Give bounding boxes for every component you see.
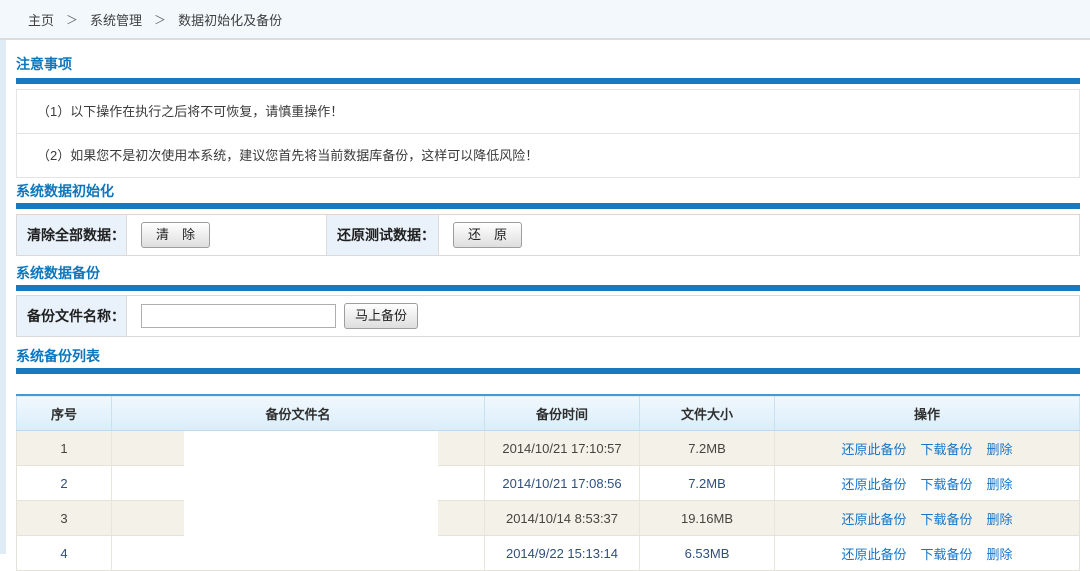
row-size: 7.2MB [640,466,775,501]
download-backup-link[interactable]: 下载备份 [920,442,972,457]
restore-backup-link[interactable]: 还原此备份 [841,442,906,457]
column-header-size: 文件大小 [640,395,775,431]
breadcrumb: 主页 ＞ 系统管理 ＞ 数据初始化及备份 [0,0,1090,40]
backup-form-row: 备份文件名称： 马上备份 [16,295,1080,337]
backup-list-table: 序号 备份文件名 备份时间 文件大小 操作 1 2014/10/21 17:10… [16,394,1080,571]
restore-button-cell: 还 原 [439,215,1079,255]
column-header-filename: 备份文件名 [112,395,485,431]
delete-backup-link[interactable]: 删除 [987,442,1013,457]
notice-section-divider [16,78,1080,84]
row-time: 2014/10/21 17:08:56 [485,466,640,501]
table-row: 4 2014/9/22 15:13:14 6.53MB 还原此备份下载备份删除 [17,536,1080,571]
restore-test-data-label: 还原测试数据： [327,215,439,255]
row-actions: 还原此备份下载备份删除 [775,501,1080,536]
table-row: 3 2014/10/14 8:53:37 19.16MB 还原此备份下载备份删除 [17,501,1080,536]
row-actions: 还原此备份下载备份删除 [775,466,1080,501]
row-index: 3 [17,501,112,536]
backup-section-title: 系统数据备份 [16,265,1080,281]
breadcrumb-separator: ＞ [154,11,166,28]
init-section-divider [16,203,1080,209]
breadcrumb-item-home[interactable]: 主页 [28,10,54,29]
left-edge-strip [0,40,6,554]
main-content: 注意事项 （1）以下操作在执行之后将不可恢复，请慎重操作！ （2）如果您不是初次… [6,56,1090,571]
restore-backup-link[interactable]: 还原此备份 [841,547,906,562]
restore-backup-link[interactable]: 还原此备份 [841,477,906,492]
notice-section-title: 注意事项 [16,56,1080,72]
table-header-row: 序号 备份文件名 备份时间 文件大小 操作 [17,395,1080,431]
restore-button[interactable]: 还 原 [453,222,522,248]
download-backup-link[interactable]: 下载备份 [920,547,972,562]
backup-list-section-title: 系统备份列表 [16,348,1080,364]
row-time: 2014/9/22 15:13:14 [485,536,640,571]
backup-now-button[interactable]: 马上备份 [344,303,418,329]
notice-item-1: （1）以下操作在执行之后将不可恢复，请慎重操作！ [17,90,1079,133]
delete-backup-link[interactable]: 删除 [987,477,1013,492]
breadcrumb-separator: ＞ [66,11,78,28]
backup-list-table-container: 序号 备份文件名 备份时间 文件大小 操作 1 2014/10/21 17:10… [16,394,1080,571]
row-index: 2 [17,466,112,501]
notice-box: （1）以下操作在执行之后将不可恢复，请慎重操作！ （2）如果您不是初次使用本系统… [16,89,1080,178]
row-size: 7.2MB [640,431,775,466]
row-actions: 还原此备份下载备份删除 [775,536,1080,571]
restore-backup-link[interactable]: 还原此备份 [841,512,906,527]
clear-button[interactable]: 清 除 [141,222,210,248]
redaction-overlay [184,431,438,555]
column-header-actions: 操作 [775,395,1080,431]
backup-list-section-divider [16,368,1080,374]
init-actions-row: 清除全部数据： 清 除 还原测试数据： 还 原 [16,214,1080,256]
table-row: 2 2014/10/21 17:08:56 7.2MB 还原此备份下载备份删除 [17,466,1080,501]
clear-button-cell: 清 除 [127,215,327,255]
backup-section-divider [16,285,1080,291]
column-header-index: 序号 [17,395,112,431]
breadcrumb-item-current-page: 数据初始化及备份 [178,10,282,29]
row-index: 4 [17,536,112,571]
row-index: 1 [17,431,112,466]
column-header-time: 备份时间 [485,395,640,431]
row-actions: 还原此备份下载备份删除 [775,431,1080,466]
delete-backup-link[interactable]: 删除 [987,512,1013,527]
row-size: 19.16MB [640,501,775,536]
table-row: 1 2014/10/21 17:10:57 7.2MB 还原此备份下载备份删除 [17,431,1080,466]
download-backup-link[interactable]: 下载备份 [920,477,972,492]
download-backup-link[interactable]: 下载备份 [920,512,972,527]
row-time: 2014/10/21 17:10:57 [485,431,640,466]
notice-item-2: （2）如果您不是初次使用本系统，建议您首先将当前数据库备份，这样可以降低风险！ [17,133,1079,177]
clear-all-data-label: 清除全部数据： [17,215,127,255]
backup-form-cell: 马上备份 [127,296,1079,336]
init-section-title: 系统数据初始化 [16,183,1080,199]
breadcrumb-item-system-management[interactable]: 系统管理 [90,10,142,29]
backup-filename-input[interactable] [141,304,336,328]
delete-backup-link[interactable]: 删除 [987,547,1013,562]
row-size: 6.53MB [640,536,775,571]
row-time: 2014/10/14 8:53:37 [485,501,640,536]
backup-filename-label: 备份文件名称： [17,296,127,336]
